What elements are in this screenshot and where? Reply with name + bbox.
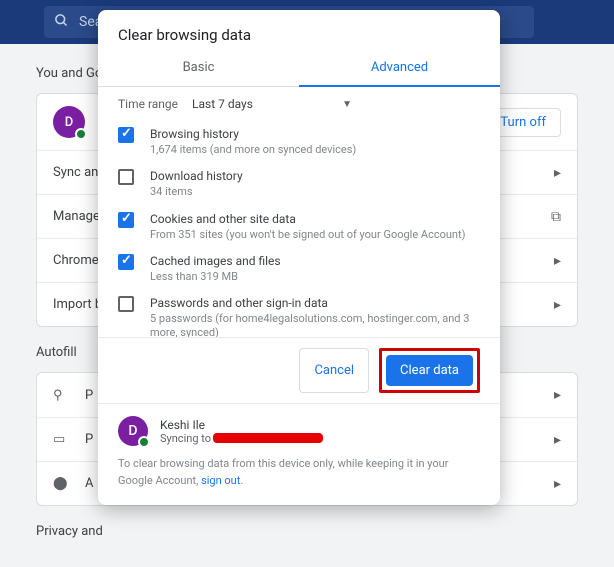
footer-note: To clear browsing data from this device … [118,456,480,489]
option-browsing-history[interactable]: Browsing history1,674 items (and more on… [118,121,480,163]
highlight-box: Clear data [379,348,480,393]
redacted-email [213,433,323,443]
checkbox[interactable] [118,296,134,312]
option-passwords[interactable]: Passwords and other sign-in data5 passwo… [118,290,480,337]
tabs: Basic Advanced [98,48,500,87]
external-link-icon: ⧉ [551,209,561,225]
chevron-right-icon: ▸ [554,432,561,448]
checkbox[interactable] [118,169,134,185]
dialog-actions: Cancel Clear data [98,337,500,403]
chevron-right-icon: ▸ [554,387,561,403]
clear-browsing-data-dialog: Clear browsing data Basic Advanced Time … [98,10,500,505]
sync-dot-icon [75,128,87,140]
tab-advanced[interactable]: Advanced [299,48,500,87]
user-name: Keshi Ile [160,418,323,432]
chevron-right-icon: ▸ [554,297,561,313]
chevron-down-icon: ▼ [342,99,352,110]
chevron-right-icon: ▸ [554,165,561,181]
card-icon: ▭ [53,432,71,447]
dialog-footer: D Keshi Ile Syncing to To clear browsing… [98,403,500,505]
avatar: D [53,106,85,138]
cancel-button[interactable]: Cancel [299,348,369,393]
section-privacy: Privacy and [36,524,578,539]
location-icon: ⬤ [53,476,71,491]
time-range-select[interactable]: Last 7 days ▼ [192,97,352,111]
option-download-history[interactable]: Download history34 items [118,163,480,205]
chevron-right-icon: ▸ [554,253,561,269]
chevron-right-icon: ▸ [554,476,561,492]
dialog-body[interactable]: Time range Last 7 days ▼ Browsing histor… [98,87,500,337]
key-icon: ⚲ [53,388,71,403]
sign-out-link[interactable]: sign out [201,474,240,487]
dialog-title: Clear browsing data [98,10,500,48]
avatar: D [118,416,148,446]
tab-basic[interactable]: Basic [98,48,299,86]
option-cache[interactable]: Cached images and filesLess than 319 MB [118,248,480,290]
time-range-label: Time range [118,97,178,111]
search-icon [54,13,69,32]
clear-data-button[interactable]: Clear data [386,355,473,386]
sync-status: Syncing to [160,432,323,445]
checkbox[interactable] [118,254,134,270]
checkbox[interactable] [118,127,134,143]
sync-dot-icon [138,436,150,448]
option-cookies[interactable]: Cookies and other site dataFrom 351 site… [118,206,480,248]
checkbox[interactable] [118,212,134,228]
